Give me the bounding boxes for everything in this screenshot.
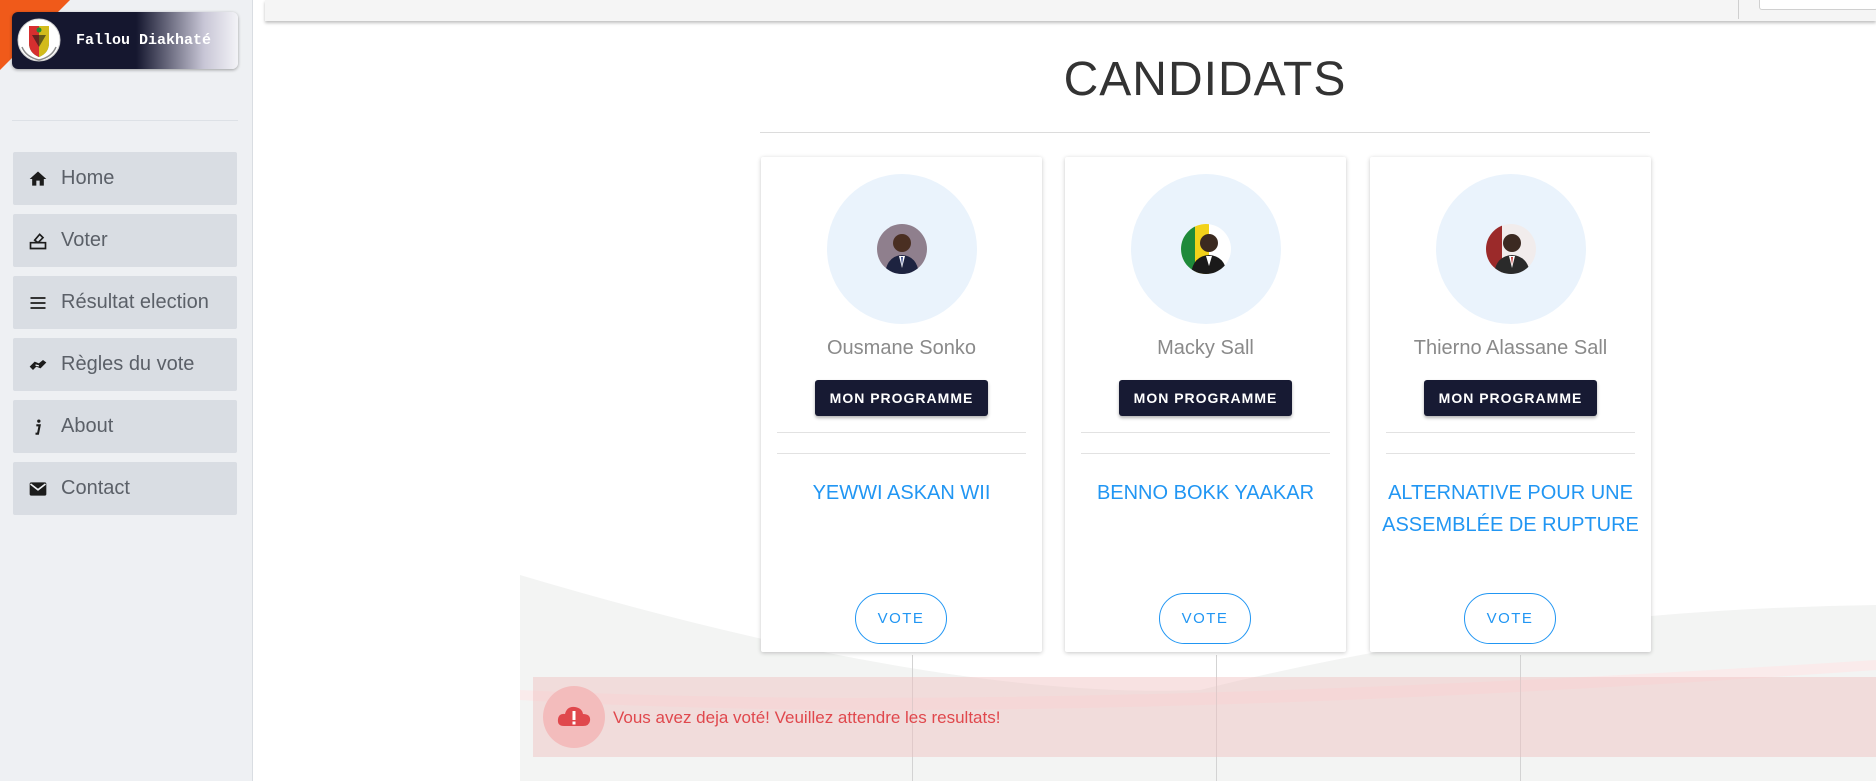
sidebar-item-voter[interactable]: Voter [13,214,237,267]
program-button[interactable]: MON PROGRAMME [815,380,988,416]
card-divider [777,453,1026,454]
list-icon [27,292,49,314]
page-title: CANDIDATS [1063,53,1347,106]
toolbar-control[interactable] [1759,0,1876,10]
candidate-name: Thierno Alassane Sall [1413,337,1608,359]
sidebar-item-label: Résultat election [61,291,209,313]
alert-message: Vous avez deja voté! Veuillez attendre l… [613,708,1001,727]
sidebar-item-label: Voter [61,229,108,251]
senegal-coat-of-arms-icon [17,18,61,62]
info-icon [27,416,49,438]
sidebar-item-label: Home [61,167,115,189]
sidebar-item-home[interactable]: Home [13,152,237,205]
vote-button[interactable]: VOTE [1159,593,1251,644]
mail-icon [27,478,49,500]
avatar-circle [1131,174,1281,324]
top-toolbar [265,0,1876,21]
card-divider [777,432,1026,433]
vote-button[interactable]: VOTE [1464,593,1556,644]
candidate-name: Macky Sall [1157,337,1254,359]
card-divider [1386,453,1635,454]
card-divider [1081,432,1330,433]
handshake-icon [27,354,49,376]
brand-header[interactable]: Fallou Diakhaté [12,12,238,69]
avatar-circle [827,174,977,324]
brand-name: Fallou Diakhaté [76,32,212,49]
candidate-avatar [877,224,927,274]
party-name-line: YEWWI ASKAN WII [812,482,991,504]
card-divider [1386,432,1635,433]
candidate-card: Thierno Alassane Sall MON PROGRAMME ALTE… [1370,157,1651,652]
sidebar: Fallou Diakhaté Home Voter Résultat elec… [0,0,253,781]
party-name-line: BENNO BOKK YAAKAR [1096,482,1315,504]
sidebar-nav: Home Voter Résultat election Règles du v… [13,152,237,524]
candidate-avatar [1486,224,1536,274]
candidate-card: Ousmane Sonko MON PROGRAMME YEWWI ASKAN … [761,157,1042,652]
title-divider [760,132,1650,133]
party-name: ALTERNATIVE POUR UNE ASSEMBLÉE DE RUPTUR… [1380,477,1641,541]
cloud-alert-icon [557,706,591,726]
candidate-avatar [1181,224,1231,274]
sidebar-item-label: Contact [61,477,130,499]
sidebar-item-resultat[interactable]: Résultat election [13,276,237,329]
ballot-icon [27,230,49,252]
party-name: YEWWI ASKAN WII [771,477,1032,509]
program-button[interactable]: MON PROGRAMME [1424,380,1597,416]
candidate-name: Ousmane Sonko [827,337,976,359]
toolbar-separator [1738,0,1739,19]
candidate-card: Macky Sall MON PROGRAMME BENNO BOKK YAAK… [1065,157,1346,652]
party-name: BENNO BOKK YAAKAR [1075,477,1336,509]
sidebar-item-about[interactable]: About [13,400,237,453]
card-divider [1081,453,1330,454]
vote-button[interactable]: VOTE [855,593,947,644]
sidebar-item-regles[interactable]: Règles du vote [13,338,237,391]
sidebar-divider [12,120,238,121]
sidebar-item-contact[interactable]: Contact [13,462,237,515]
sidebar-item-label: About [61,415,114,437]
program-button[interactable]: MON PROGRAMME [1119,380,1292,416]
party-name-line: ASSEMBLÉE DE RUPTURE [1382,514,1639,536]
avatar-circle [1436,174,1586,324]
sidebar-item-label: Règles du vote [61,353,195,375]
home-icon [27,168,49,190]
already-voted-alert: Vous avez deja voté! Veuillez attendre l… [533,677,1876,757]
party-name-line: ALTERNATIVE POUR UNE [1388,482,1633,504]
alert-icon-circle [543,686,605,748]
